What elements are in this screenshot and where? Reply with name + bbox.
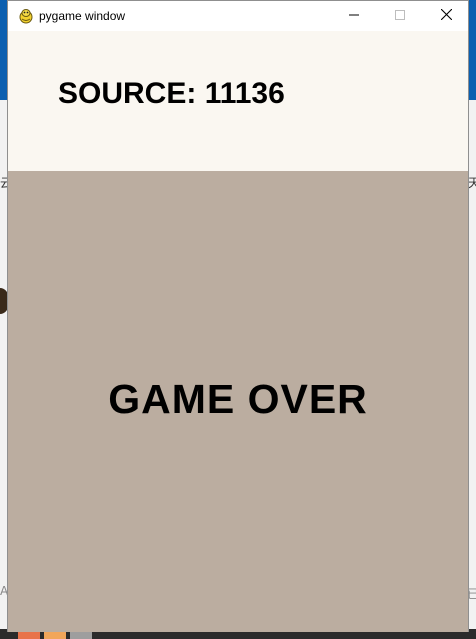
game-over-message: GAME OVER	[108, 376, 368, 422]
window-title: pygame window	[39, 9, 126, 23]
pygame-snake-icon	[18, 8, 34, 24]
score-label: SOURCE:	[58, 77, 197, 110]
background-text-right: 天	[468, 176, 476, 190]
game-surface[interactable]: SOURCE: 11136 GAME OVER	[8, 31, 468, 632]
maximize-icon	[395, 7, 405, 25]
game-board: GAME OVER	[8, 171, 468, 632]
score-display: SOURCE: 11136	[58, 77, 285, 111]
close-icon	[440, 7, 452, 25]
score-panel: SOURCE: 11136	[8, 31, 468, 171]
taskbar-app-icon[interactable]	[44, 631, 66, 639]
title-bar[interactable]: pygame window	[8, 1, 468, 31]
maximize-button[interactable]	[377, 1, 423, 31]
taskbar-app-icon[interactable]	[70, 631, 92, 639]
score-value: 11136	[204, 77, 285, 110]
pygame-window: pygame window SOURCE: 11136 GAME OVER	[7, 0, 469, 632]
close-button[interactable]	[423, 1, 469, 31]
minimize-icon	[349, 7, 359, 25]
minimize-button[interactable]	[331, 1, 377, 31]
taskbar-app-icon[interactable]	[18, 631, 40, 639]
